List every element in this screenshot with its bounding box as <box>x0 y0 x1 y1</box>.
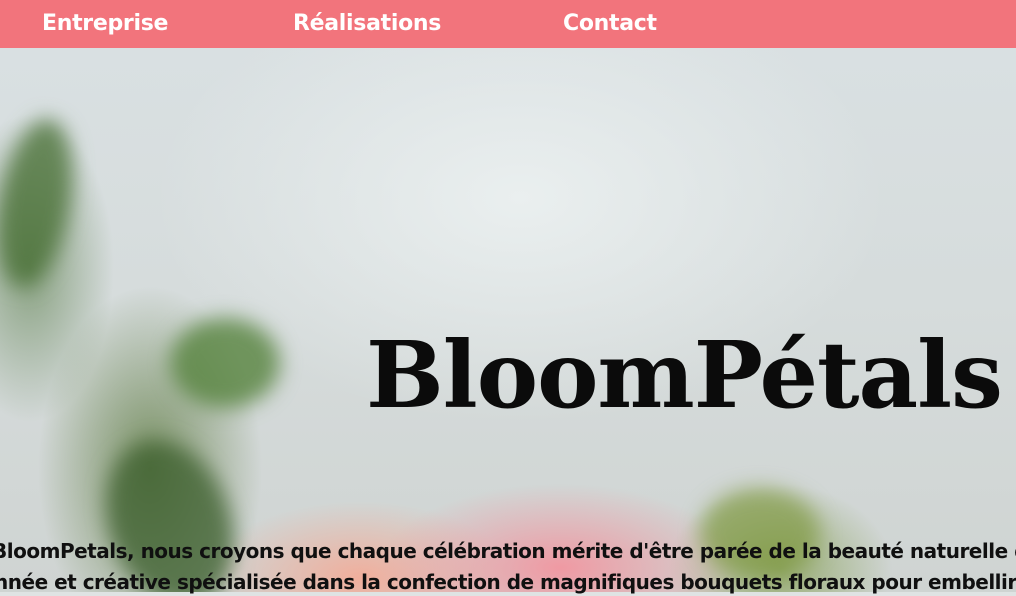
nav-link-contact[interactable]: Contact <box>563 0 657 48</box>
nav-link-realisations[interactable]: Réalisations <box>293 0 441 48</box>
leaf-blur <box>0 113 85 293</box>
nav-link-entreprise[interactable]: Entreprise <box>42 0 168 48</box>
leaf-blur <box>170 318 280 408</box>
leaf-blur <box>84 422 256 592</box>
intro-text-line-1-content: ez BloomPetals, nous croyons que chaque … <box>0 539 1016 563</box>
hero-title: BloomPétals <box>366 320 1003 429</box>
top-navigation-bar: Entreprise Réalisations Contact <box>0 0 1016 48</box>
intro-text-line-1: ez BloomPetals, nous croyons que chaque … <box>0 537 1016 565</box>
